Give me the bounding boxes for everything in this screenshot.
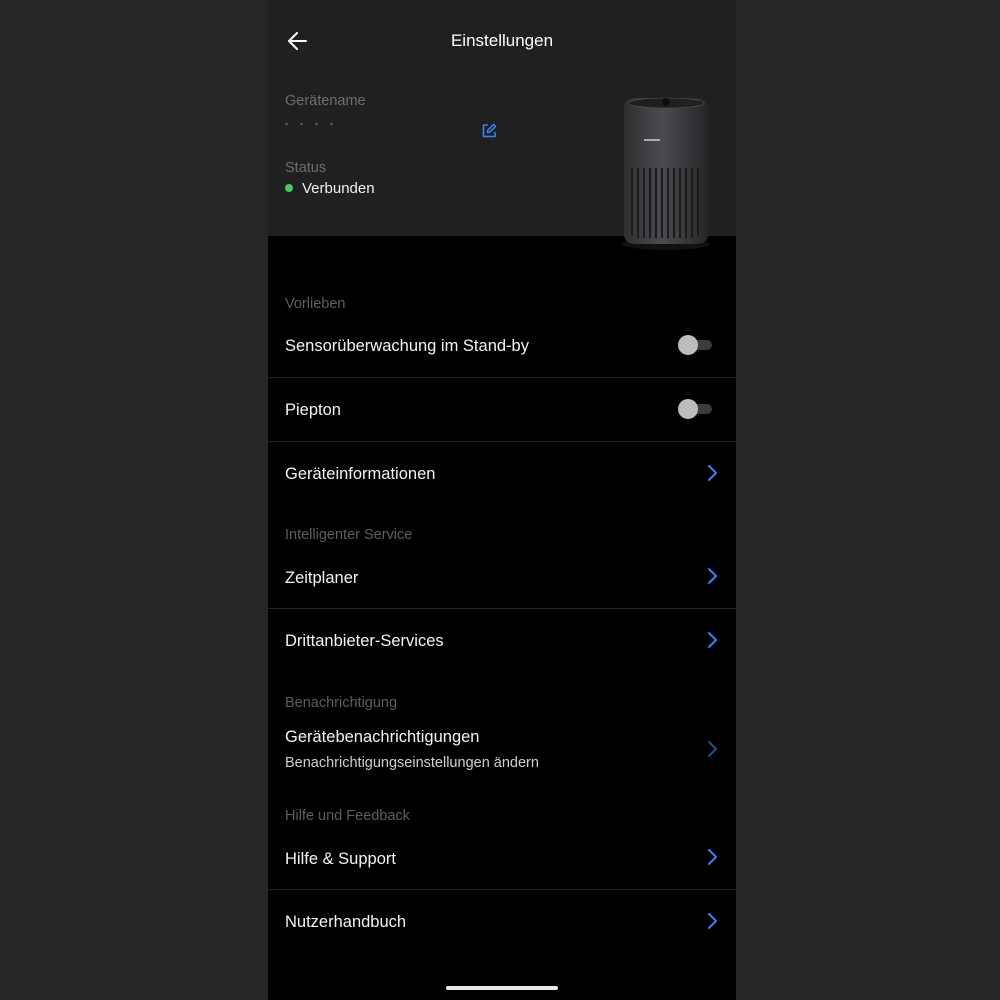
row-manual[interactable]: Nutzerhandbuch (268, 890, 736, 953)
row-third-party[interactable]: Drittanbieter-Services (268, 609, 736, 672)
section-help: Hilfe und Feedback (285, 808, 410, 824)
chevron-right-icon (708, 741, 717, 757)
row-device-info[interactable]: Geräteinformationen (268, 442, 736, 505)
device-name-label: Gerätename (285, 93, 366, 109)
row-sensor-standby[interactable]: Sensorüberwachung im Stand-by (268, 314, 736, 377)
row-device-notifications[interactable]: Gerätebenachrichtigungen Benachrichtigun… (268, 715, 736, 785)
device-name-value (285, 112, 485, 125)
status-indicator (285, 184, 293, 192)
settings-screen: Einstellungen Gerätename Status Verbunde… (268, 0, 736, 1000)
air-purifier-image (622, 97, 710, 250)
chevron-right-icon (708, 849, 717, 865)
device-header: Einstellungen Gerätename Status Verbunde… (268, 0, 736, 250)
row-device-notifications-label: Gerätebenachrichtigungen (285, 728, 480, 746)
status-value: Verbunden (302, 180, 375, 197)
row-beep-label: Piepton (285, 401, 341, 419)
row-help-support-label: Hilfe & Support (285, 850, 396, 868)
row-beep[interactable]: Piepton (268, 378, 736, 441)
chevron-right-icon (708, 568, 717, 584)
section-intelligent-service: Intelligenter Service (285, 527, 413, 543)
section-notification: Benachrichtigung (285, 695, 398, 711)
chevron-right-icon (708, 632, 717, 648)
chevron-right-icon (708, 465, 717, 481)
edit-icon (482, 123, 497, 138)
row-scheduler-label: Zeitplaner (285, 569, 359, 587)
chevron-right-icon (708, 913, 717, 929)
page-title: Einstellungen (450, 31, 554, 50)
beep-toggle[interactable] (678, 399, 712, 419)
row-device-notifications-sublabel: Benachrichtigungseinstellungen ändern (285, 755, 539, 771)
sensor-standby-toggle[interactable] (678, 335, 712, 355)
section-preferences: Vorlieben (285, 296, 346, 312)
row-third-party-label: Drittanbieter-Services (285, 632, 444, 650)
row-manual-label: Nutzerhandbuch (285, 913, 407, 931)
row-device-info-label: Geräteinformationen (285, 465, 436, 483)
status-label: Status (285, 160, 327, 176)
row-sensor-standby-label: Sensorüberwachung im Stand-by (285, 337, 529, 355)
edit-name-button[interactable] (481, 123, 499, 141)
row-scheduler[interactable]: Zeitplaner (268, 546, 736, 608)
home-indicator[interactable] (446, 986, 558, 990)
row-help-support[interactable]: Hilfe & Support (268, 827, 736, 889)
